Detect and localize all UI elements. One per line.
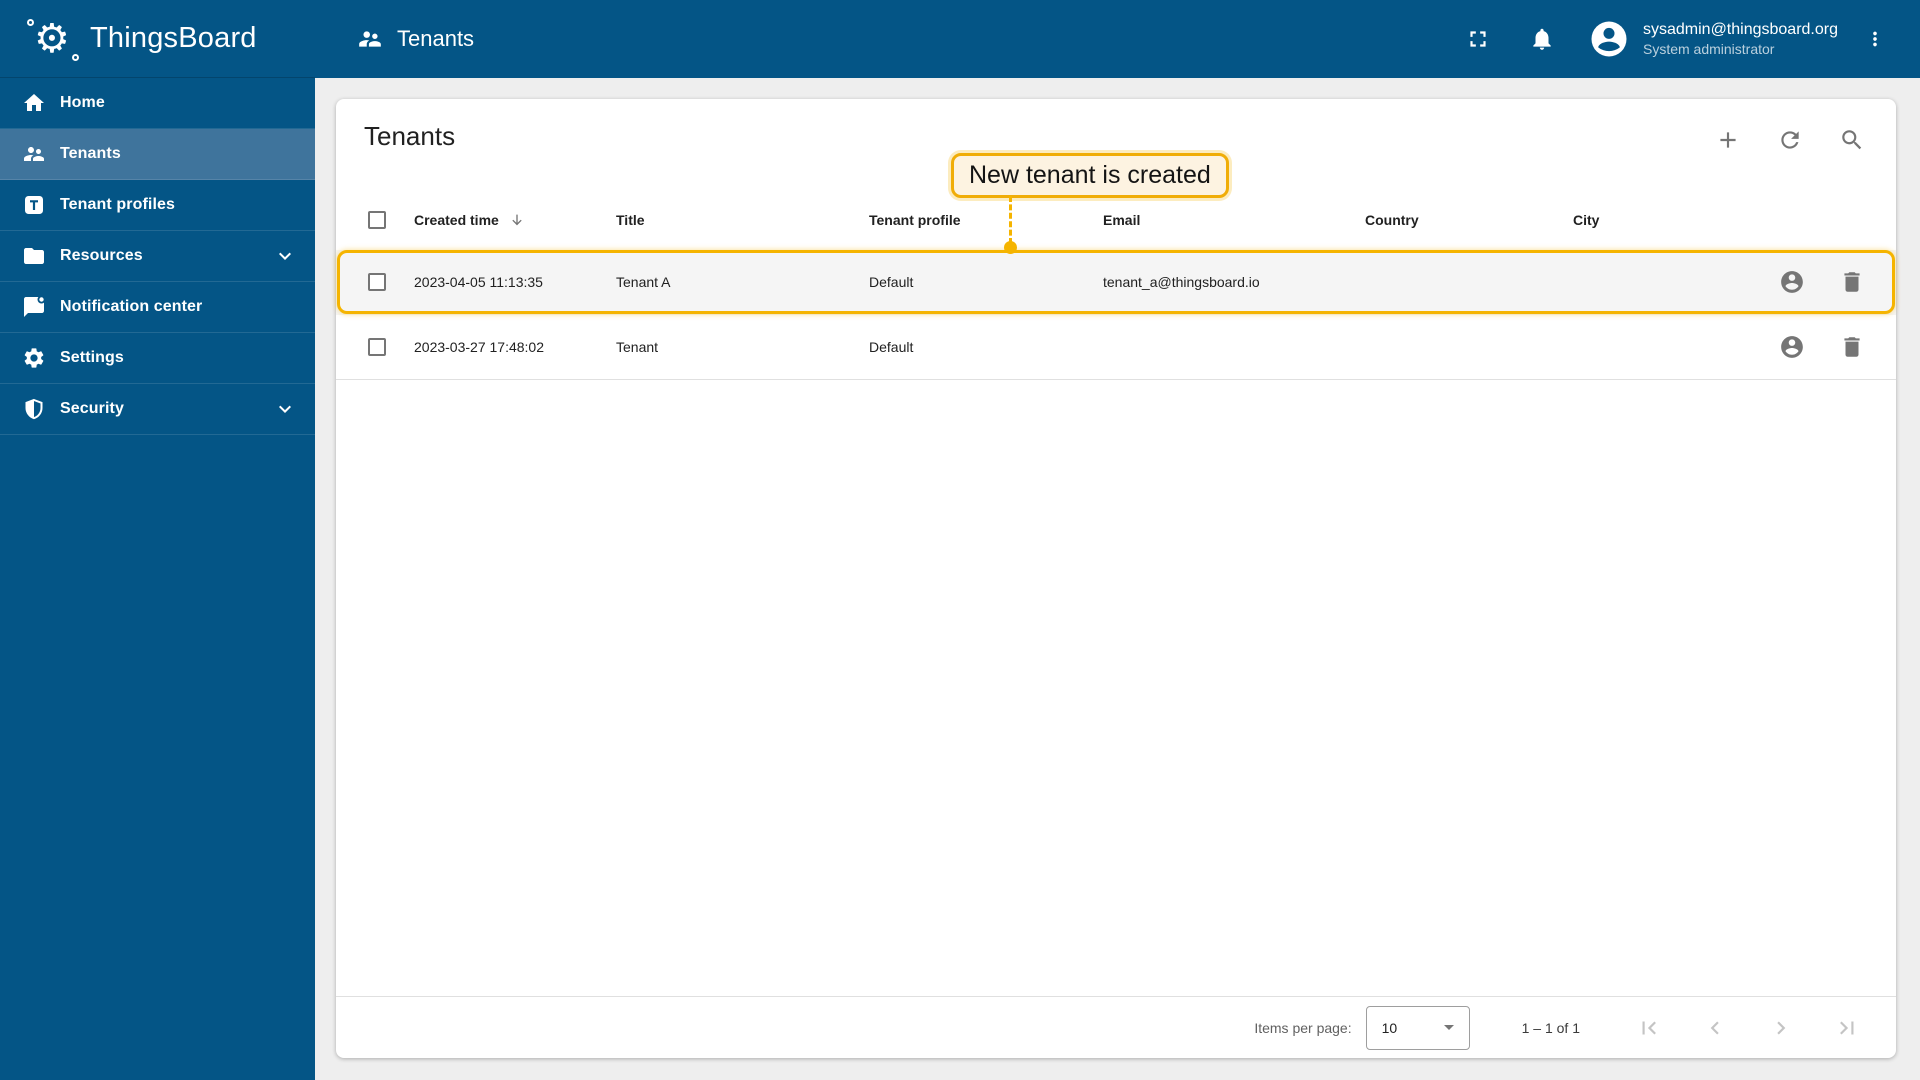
row-checkbox[interactable] xyxy=(368,273,386,291)
items-per-page-value: 10 xyxy=(1381,1019,1398,1036)
user-role: System administrator xyxy=(1642,41,1775,58)
prev-page-button[interactable] xyxy=(1702,1015,1728,1041)
manage-users-icon xyxy=(1781,271,1803,293)
prev-page-icon xyxy=(1710,1021,1719,1034)
cell-title: Tenant xyxy=(616,339,659,355)
refresh-icon xyxy=(1781,131,1799,149)
sidebar-nav: Home Tenants Tenant profiles Resources N… xyxy=(0,78,315,435)
people-icon xyxy=(24,147,44,161)
more-menu-button[interactable] xyxy=(1864,28,1886,50)
notifications-button[interactable] xyxy=(1529,26,1555,52)
card-toolbar xyxy=(1715,127,1865,153)
sidebar-item-security[interactable]: Security xyxy=(0,384,315,435)
cell-title: Tenant A xyxy=(616,274,671,290)
cell-tenant-profile: Default xyxy=(869,274,914,290)
people-icon xyxy=(359,31,381,47)
annotation-callout: New tenant is created xyxy=(951,153,1229,198)
tenants-table: Created time Title Tenant profile Email … xyxy=(336,190,1896,380)
sidebar-item-settings[interactable]: Settings xyxy=(0,333,315,384)
sidebar-item-tenants[interactable]: Tenants xyxy=(0,129,315,180)
tenant-profile-icon xyxy=(25,196,43,214)
cell-tenant-profile: Default xyxy=(869,339,914,355)
app-logo[interactable]: ⚙ ThingsBoard xyxy=(0,0,315,78)
sidebar-item-tenant-profiles[interactable]: Tenant profiles xyxy=(0,180,315,231)
folder-icon xyxy=(24,248,44,264)
next-page-icon xyxy=(1777,1021,1786,1034)
cell-created-time: 2023-03-27 17:48:02 xyxy=(414,339,544,355)
manage-users-icon xyxy=(1781,336,1803,358)
annotation-connector-dot xyxy=(1004,241,1017,254)
sidebar-item-notification-center[interactable]: Notification center xyxy=(0,282,315,333)
user-email: sysadmin@thingsboard.org xyxy=(1642,20,1838,38)
cell-created-time: 2023-04-05 11:13:35 xyxy=(414,274,543,290)
notification-bubble-icon xyxy=(24,295,46,317)
manage-tenant-admins-button[interactable] xyxy=(1779,269,1805,295)
table-row-tenant[interactable]: 2023-03-27 17:48:02 Tenant Default xyxy=(336,315,1896,380)
cell-email: tenant_a@thingsboard.io xyxy=(1103,274,1260,290)
fullscreen-icon xyxy=(1470,31,1486,47)
user-info: sysadmin@thingsboard.org System administ… xyxy=(1643,20,1838,59)
delete-icon xyxy=(1844,337,1860,357)
chevron-down-icon[interactable] xyxy=(273,244,297,268)
breadcrumb-label: Tenants xyxy=(397,26,475,51)
refresh-button[interactable] xyxy=(1777,127,1803,153)
breadcrumb: Tenants xyxy=(357,26,474,52)
select-all-checkbox[interactable] xyxy=(368,211,386,229)
chevron-down-icon[interactable] xyxy=(273,397,297,421)
delete-tenant-button[interactable] xyxy=(1839,334,1865,360)
table-header-row: Created time Title Tenant profile Email … xyxy=(336,190,1896,250)
select-all-cell xyxy=(336,211,414,229)
sidebar-item-home[interactable]: Home xyxy=(0,78,315,129)
thingsboard-gear-icon: ⚙ xyxy=(27,11,80,67)
bell-icon xyxy=(1533,28,1551,50)
sort-desc-icon xyxy=(509,212,525,228)
items-per-page-select[interactable]: 10 xyxy=(1365,1005,1470,1050)
items-per-page-label: Items per page: xyxy=(1254,1019,1352,1036)
header-email[interactable]: Email xyxy=(1103,212,1365,228)
manage-tenant-admins-button[interactable] xyxy=(1779,334,1805,360)
add-tenant-button[interactable] xyxy=(1715,127,1741,153)
sidebar-item-resources[interactable]: Resources xyxy=(0,231,315,282)
header-created-time[interactable]: Created time xyxy=(414,212,616,228)
app-title: ThingsBoard xyxy=(90,22,257,54)
home-icon xyxy=(24,94,44,111)
more-vert-icon xyxy=(1873,31,1877,47)
delete-icon xyxy=(1844,272,1860,292)
shield-icon xyxy=(25,398,43,420)
page-range: 1 – 1 of 1 xyxy=(1521,1019,1580,1036)
fullscreen-button[interactable] xyxy=(1465,26,1491,52)
topbar: Tenants sysadmin@thingsboard.org System … xyxy=(315,0,1920,78)
page-title: Tenants xyxy=(364,121,456,151)
search-icon xyxy=(1842,130,1862,150)
header-title[interactable]: Title xyxy=(616,212,869,228)
pager-nav xyxy=(1636,1015,1860,1041)
header-city[interactable]: City xyxy=(1573,212,1713,228)
topbar-actions: sysadmin@thingsboard.org System administ… xyxy=(1465,19,1886,59)
delete-tenant-button[interactable] xyxy=(1839,269,1865,295)
gear-icon xyxy=(24,348,44,368)
annotation-connector-line xyxy=(1009,196,1012,244)
add-icon xyxy=(1720,132,1736,148)
table-row-tenant-a[interactable]: 2023-04-05 11:13:35 Tenant A Default ten… xyxy=(336,250,1896,315)
content-area: Tenants Created time Title Tenant profil… xyxy=(315,78,1920,1080)
first-page-button[interactable] xyxy=(1636,1015,1662,1041)
header-tenant-profile[interactable]: Tenant profile xyxy=(869,212,1103,228)
last-page-button[interactable] xyxy=(1834,1015,1860,1041)
avatar[interactable] xyxy=(1589,19,1629,59)
tenants-card: Tenants Created time Title Tenant profil… xyxy=(336,99,1896,1058)
first-page-icon xyxy=(1642,1021,1656,1034)
search-button[interactable] xyxy=(1839,127,1865,153)
next-page-button[interactable] xyxy=(1768,1015,1794,1041)
header-country[interactable]: Country xyxy=(1365,212,1573,228)
sidebar: ⚙ ThingsBoard Home Tenants Tenant profil… xyxy=(0,0,315,1080)
caret-down-icon xyxy=(1443,1025,1454,1030)
row-checkbox[interactable] xyxy=(368,338,386,356)
last-page-icon xyxy=(1840,1021,1854,1034)
paginator: Items per page: 10 1 – 1 of 1 xyxy=(336,996,1896,1058)
